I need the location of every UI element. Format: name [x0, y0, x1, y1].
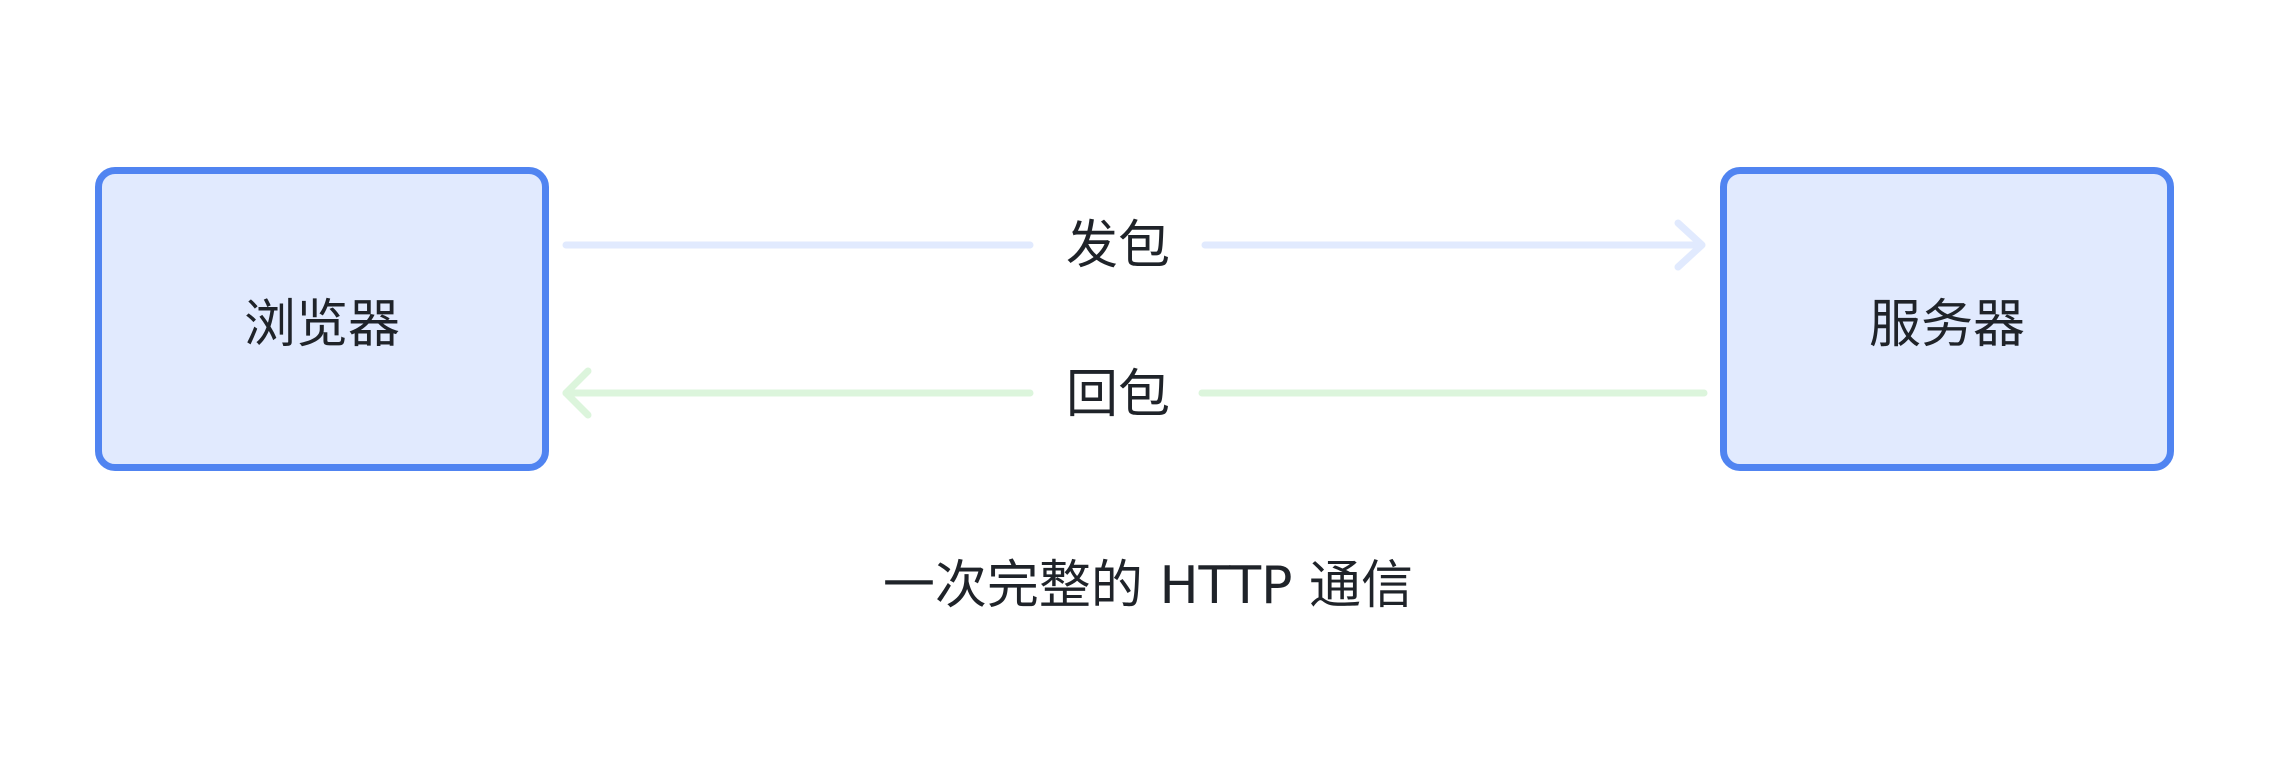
send-label: 发包 [1065, 216, 1170, 276]
reply-label: 回包 [1065, 365, 1170, 425]
diagram-caption: 一次完整的 HTTP 通信 [882, 556, 1414, 616]
